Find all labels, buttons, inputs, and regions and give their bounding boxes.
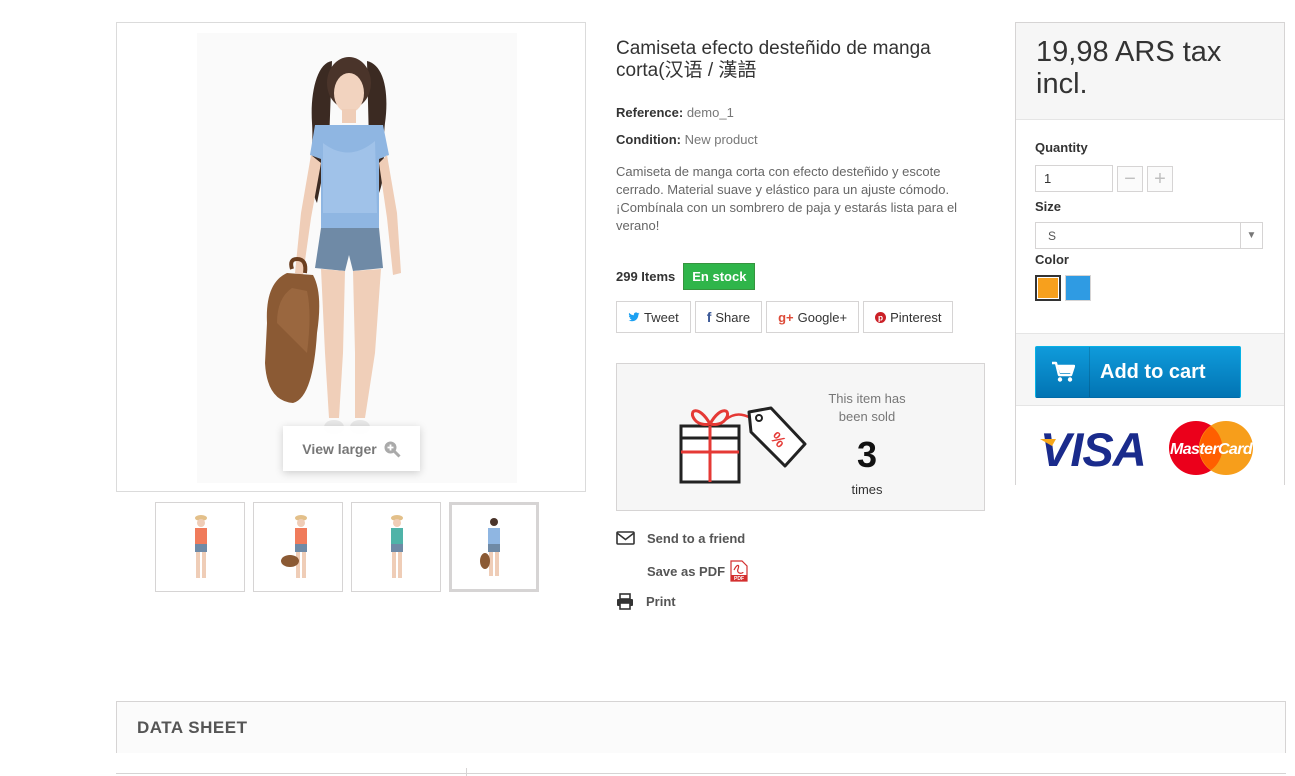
facebook-icon: f (706, 309, 712, 325)
cart-area: Add to cart (1016, 333, 1284, 405)
save-as-pdf-link[interactable]: Save as PDF PDF (647, 560, 749, 582)
quantity-label: Quantity (1035, 140, 1088, 155)
reference-value: demo_1 (686, 105, 734, 120)
product-main-image[interactable]: View larger (116, 22, 586, 492)
send-to-friend-link[interactable]: Send to a friend (616, 530, 745, 546)
payment-logos: VISA MasterCard (1016, 405, 1284, 485)
svg-text:p: p (878, 313, 883, 322)
thumbnail-photo (281, 515, 307, 578)
stock-status-badge: En stock (683, 263, 756, 290)
thumbnail-photo (391, 515, 403, 578)
quantity-increase-button[interactable]: + (1147, 166, 1173, 192)
data-sheet-section: DATA SHEET (116, 701, 1286, 753)
thumbnail-photo (480, 518, 500, 576)
send-to-friend-label: Send to a friend (647, 530, 746, 546)
data-sheet-table-border (116, 773, 1286, 774)
condition-label: Condition: (616, 132, 681, 147)
buy-box: 19,98 ARS tax incl. Quantity − + Size S … (1015, 22, 1285, 485)
print-link[interactable]: Print (616, 593, 676, 610)
google-plus-button[interactable]: g+ Google+ (766, 301, 860, 333)
printer-icon (617, 593, 633, 610)
items-count: 299 Items (616, 269, 676, 284)
data-sheet-heading: DATA SHEET (137, 718, 248, 737)
product-price: 19,98 ARS tax incl. (1036, 36, 1222, 100)
mastercard-logo: MasterCard (1170, 441, 1254, 458)
zoom-in-icon (384, 441, 401, 458)
pinterest-label: Pinterest (890, 309, 942, 325)
view-larger-label: View larger (302, 440, 377, 457)
plus-icon: + (1154, 167, 1166, 190)
payment-cards-icon: VISA MasterCard (1040, 421, 1254, 476)
thumbnail-2[interactable] (253, 502, 343, 592)
add-to-cart-label: Add to cart (1100, 360, 1206, 383)
tweet-button[interactable]: Tweet (616, 301, 691, 333)
size-selected-value: S (1048, 229, 1057, 243)
condition-value: New product (684, 132, 758, 147)
social-sharing: Tweet f Share g+ Google+ p Pinterest (616, 301, 986, 333)
thumbnail-photo (195, 515, 207, 578)
price-area: 19,98 ARS tax incl. (1016, 23, 1284, 120)
tweet-label: Tweet (644, 309, 679, 325)
sold-unit: times (851, 482, 883, 497)
add-to-cart-button[interactable]: Add to cart (1035, 346, 1241, 398)
product-condition: Condition: New product (616, 132, 986, 147)
facebook-share-button[interactable]: f Share (694, 301, 763, 333)
envelope-icon (616, 531, 635, 545)
view-larger-button[interactable]: View larger (283, 426, 420, 471)
product-info: Camiseta efecto desteñido de manga corta… (616, 38, 986, 333)
google-label: Google+ (797, 309, 848, 325)
product-photo (197, 33, 517, 483)
size-select[interactable]: S ▼ (1035, 222, 1263, 249)
quantity-input[interactable] (1035, 165, 1113, 192)
pinterest-button[interactable]: p Pinterest (863, 301, 954, 333)
data-sheet-column-divider (466, 768, 467, 776)
thumbnail-list (155, 502, 539, 592)
size-label: Size (1035, 199, 1062, 214)
pdf-icon: PDF (730, 560, 748, 582)
product-reference: Reference: demo_1 (616, 105, 986, 120)
color-swatch-orange[interactable] (1035, 275, 1061, 301)
minus-icon: − (1124, 167, 1136, 190)
product-description: Camiseta de manga corta con efecto deste… (616, 164, 958, 233)
svg-text:PDF: PDF (734, 576, 744, 582)
sold-count: 3 (856, 434, 878, 475)
sold-text: This item has been sold (828, 391, 906, 424)
print-label: Print (646, 594, 676, 609)
sold-counter-box: % This item has been sold 3 times (616, 363, 985, 511)
cart-icon (1036, 347, 1090, 397)
color-swatch-blue[interactable] (1065, 275, 1091, 301)
chevron-down-icon: ▼ (1240, 223, 1262, 248)
google-plus-icon: g+ (778, 309, 794, 325)
pinterest-icon: p (875, 311, 887, 323)
thumbnail-1[interactable] (155, 502, 245, 592)
stock-row: 299 Items En stock (616, 263, 986, 290)
visa-logo: VISA (1040, 423, 1146, 476)
reference-label: Reference: (616, 105, 684, 120)
quantity-decrease-button[interactable]: − (1117, 166, 1143, 192)
save-as-pdf-label: Save as PDF (647, 563, 726, 579)
twitter-icon (628, 312, 640, 322)
share-label: Share (715, 309, 751, 325)
thumbnail-4[interactable] (449, 502, 539, 592)
thumbnail-3[interactable] (351, 502, 441, 592)
product-options: Quantity − + Size S ▼ Color (1016, 123, 1284, 333)
gift-tag-icon: % (679, 406, 807, 484)
product-title: Camiseta efecto desteñido de manga corta… (616, 38, 931, 81)
color-label: Color (1035, 252, 1069, 267)
